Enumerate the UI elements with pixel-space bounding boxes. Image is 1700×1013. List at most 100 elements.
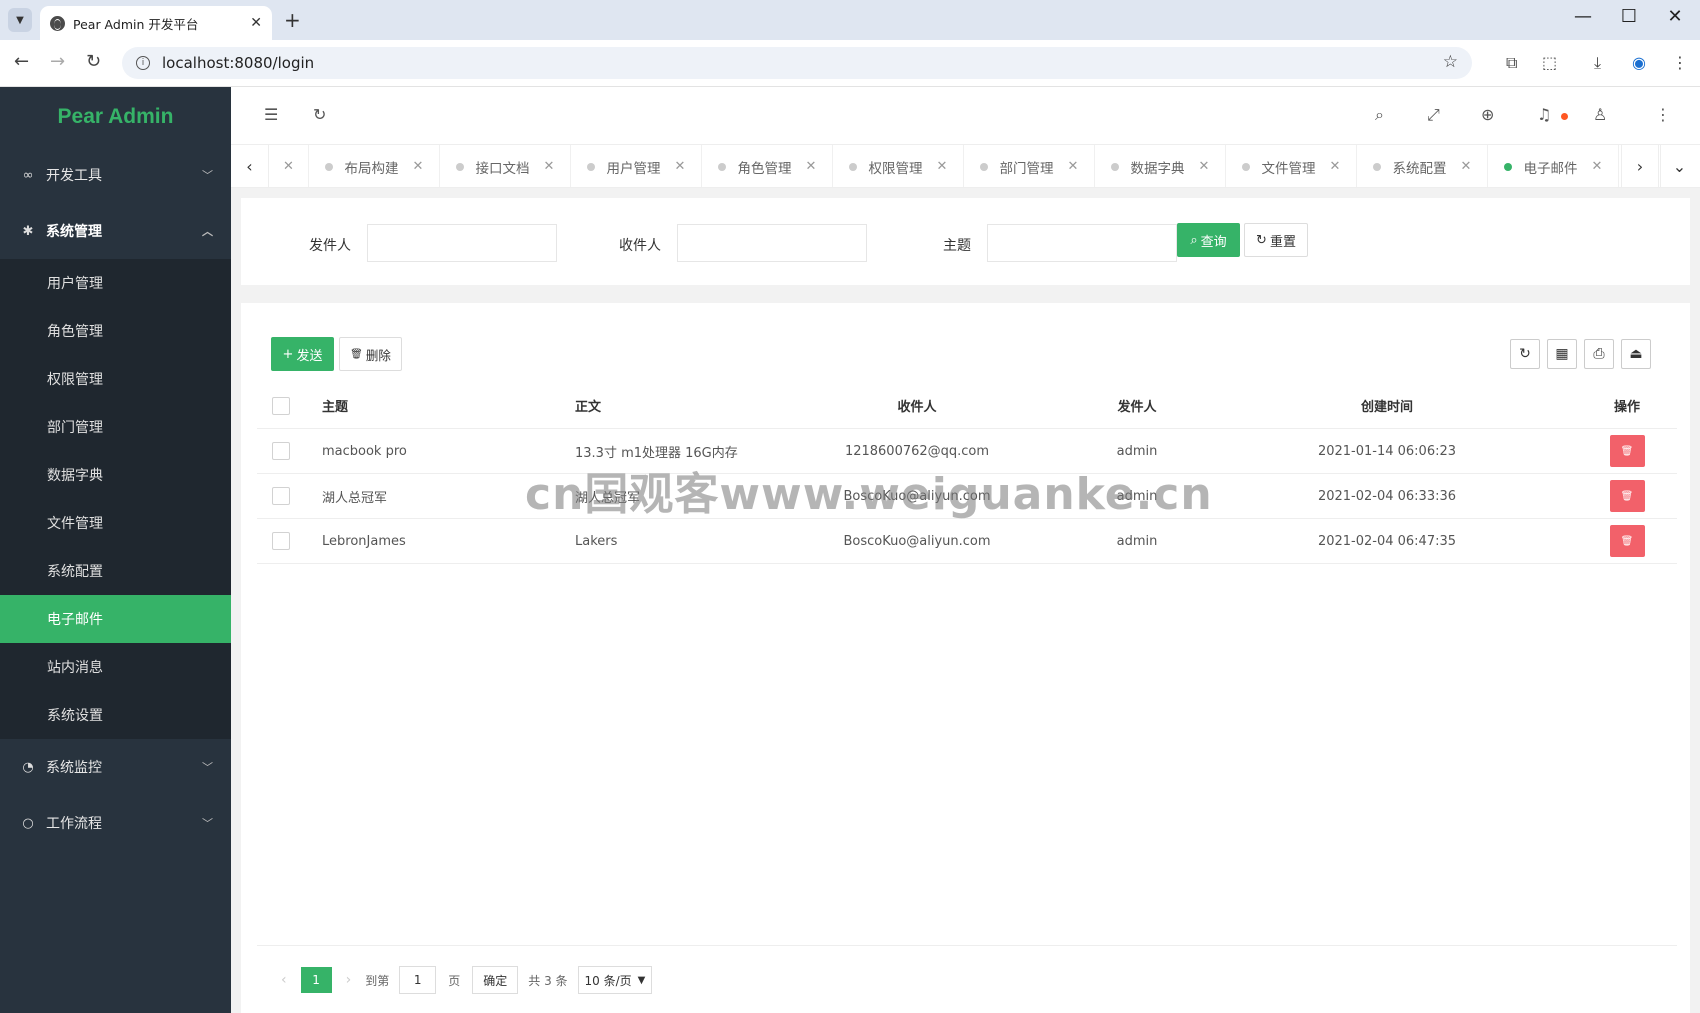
tab-email[interactable]: 电子邮件 ✕	[1488, 145, 1619, 187]
language-globe-icon[interactable]: ⊕	[1481, 105, 1494, 124]
menu-group-workflow[interactable]: ○ 工作流程 ﹀	[0, 795, 231, 851]
tab-search-button[interactable]: ▼	[8, 8, 32, 32]
page-size-select[interactable]: 10 条/页 ▼	[577, 966, 653, 994]
reset-button[interactable]: ↻ 重置	[1244, 223, 1308, 257]
row-delete-button[interactable]: 🗑	[1609, 435, 1645, 467]
search-icon[interactable]: ⌕	[1375, 105, 1384, 125]
query-button[interactable]: ⌕ 查询	[1177, 223, 1240, 257]
bell-icon[interactable]: ♫	[1537, 105, 1551, 124]
close-icon[interactable]: ✕	[1461, 159, 1472, 174]
close-icon[interactable]: ✕	[413, 159, 424, 174]
columns-filter-icon[interactable]: ▦	[1547, 339, 1577, 369]
menu-group-dev-tools[interactable]: ∞ 开发工具 ﹀	[0, 147, 231, 203]
back-icon[interactable]: ←	[14, 51, 29, 72]
row-checkbox[interactable]	[272, 487, 290, 505]
column-created[interactable]: 创建时间	[1287, 383, 1487, 428]
close-tab-icon[interactable]: ✕	[250, 15, 262, 31]
close-icon[interactable]: ✕	[1592, 159, 1603, 174]
close-icon[interactable]: ✕	[1330, 159, 1341, 174]
more-icon[interactable]: ⋮	[1655, 105, 1671, 124]
tab-home-close[interactable]: ✕	[269, 145, 309, 187]
table-card: + 发送 🗑 删除 ↻ ▦ ⎙ ⏏ 主题 正文 收件人 发件人 创建时间 操作 ma…	[241, 303, 1690, 1013]
user-icon[interactable]: ♙	[1593, 105, 1607, 124]
menu-group-monitor[interactable]: ◔ 系统监控 ﹀	[0, 739, 231, 795]
tab-users[interactable]: 用户管理 ✕	[571, 145, 702, 187]
url-field[interactable]: i localhost:8080/login ☆	[122, 47, 1472, 79]
send-button[interactable]: + 发送	[271, 337, 334, 371]
sidebar-item-files[interactable]: 文件管理	[0, 499, 231, 547]
close-icon[interactable]: ✕	[806, 159, 817, 174]
prev-page-icon[interactable]: ‹	[281, 972, 287, 988]
refresh-icon[interactable]: ↻	[313, 105, 326, 124]
tab-roles[interactable]: 角色管理 ✕	[702, 145, 833, 187]
sidebar-item-settings[interactable]: 系统设置	[0, 691, 231, 739]
maximize-button[interactable]: ☐	[1606, 6, 1652, 27]
sidebar-item-messages[interactable]: 站内消息	[0, 643, 231, 691]
collapse-menu-icon[interactable]: ☰	[264, 105, 278, 124]
forward-icon[interactable]: →	[50, 51, 65, 72]
tab-layout[interactable]: 布局构建 ✕	[309, 145, 440, 187]
tabs-dropdown-icon[interactable]: ⌄	[1660, 145, 1698, 187]
tab-label: 电子邮件	[1523, 160, 1578, 177]
reload-icon[interactable]: ↻	[86, 51, 101, 72]
table-refresh-icon[interactable]: ↻	[1510, 339, 1540, 369]
minimize-button[interactable]: —	[1560, 6, 1606, 27]
row-checkbox[interactable]	[272, 442, 290, 460]
new-tab-button[interactable]: +	[284, 8, 301, 32]
confirm-page-button[interactable]: 确定	[472, 966, 519, 994]
sidebar-item-users[interactable]: 用户管理	[0, 259, 231, 307]
close-icon[interactable]: ✕	[544, 159, 555, 174]
current-page[interactable]: 1	[300, 967, 332, 993]
close-icon[interactable]: ✕	[675, 159, 686, 174]
row-delete-button[interactable]: 🗑	[1609, 525, 1645, 557]
column-content[interactable]: 正文	[575, 383, 601, 428]
browser-menu-icon[interactable]: ⋮	[1672, 53, 1688, 72]
app-logo[interactable]: Pear Admin	[0, 87, 231, 147]
fullscreen-icon[interactable]: ⤢	[1427, 105, 1440, 125]
column-subject[interactable]: 主题	[322, 383, 348, 428]
delete-button[interactable]: 🗑 删除	[339, 337, 402, 371]
extensions-icon[interactable]: ⬚	[1542, 53, 1557, 72]
subject-input[interactable]	[987, 224, 1177, 262]
export-icon[interactable]: ⏏	[1621, 339, 1651, 369]
next-page-icon[interactable]: ›	[346, 972, 352, 988]
browser-tab[interactable]: Pear Admin 开发平台 ✕	[40, 6, 272, 40]
column-sender[interactable]: 发件人	[1087, 383, 1187, 428]
receiver-input[interactable]	[677, 224, 867, 262]
translate-icon[interactable]: ⧉	[1506, 53, 1517, 73]
scrollbar-track[interactable]	[1690, 188, 1700, 1013]
close-icon[interactable]: ✕	[1068, 159, 1079, 174]
profile-icon[interactable]: ◉	[1632, 53, 1646, 72]
tab-files[interactable]: 文件管理 ✕	[1226, 145, 1357, 187]
menu-group-system[interactable]: ✱ 系统管理 ︿	[0, 203, 231, 259]
page-number-input[interactable]: 1	[399, 966, 437, 994]
sidebar-item-email[interactable]: 电子邮件	[0, 595, 231, 643]
tab-api-docs[interactable]: 接口文档 ✕	[440, 145, 571, 187]
row-delete-button[interactable]: 🗑	[1609, 480, 1645, 512]
close-icon[interactable]: ✕	[937, 159, 948, 174]
sidebar-item-config[interactable]: 系统配置	[0, 547, 231, 595]
sidebar-item-departments[interactable]: 部门管理	[0, 403, 231, 451]
sidebar-item-permissions[interactable]: 权限管理	[0, 355, 231, 403]
tab-departments[interactable]: 部门管理 ✕	[964, 145, 1095, 187]
close-icon[interactable]: ✕	[1199, 159, 1210, 174]
site-info-icon[interactable]: i	[136, 56, 150, 70]
sidebar-item-roles[interactable]: 角色管理	[0, 307, 231, 355]
sidebar-item-dictionary[interactable]: 数据字典	[0, 451, 231, 499]
row-checkbox[interactable]	[272, 532, 290, 550]
tabs-scroll-left-icon[interactable]: ‹	[231, 145, 269, 187]
print-icon[interactable]: ⎙	[1584, 339, 1614, 369]
download-icon[interactable]: ⤓	[1594, 53, 1601, 73]
tab-dictionary[interactable]: 数据字典 ✕	[1095, 145, 1226, 187]
tab-permissions[interactable]: 权限管理 ✕	[833, 145, 964, 187]
bookmark-star-icon[interactable]: ☆	[1443, 52, 1458, 72]
tab-config[interactable]: 系统配置 ✕	[1357, 145, 1488, 187]
close-window-button[interactable]: ✕	[1652, 6, 1698, 27]
column-receiver[interactable]: 收件人	[777, 383, 1057, 428]
tab-label: 系统配置	[1392, 160, 1447, 177]
row-select-cell	[272, 519, 290, 563]
close-icon[interactable]: ✕	[283, 159, 294, 174]
tabs-scroll-right-icon[interactable]: ›	[1621, 145, 1659, 187]
sender-input[interactable]	[367, 224, 557, 262]
select-all-checkbox[interactable]	[272, 396, 290, 415]
